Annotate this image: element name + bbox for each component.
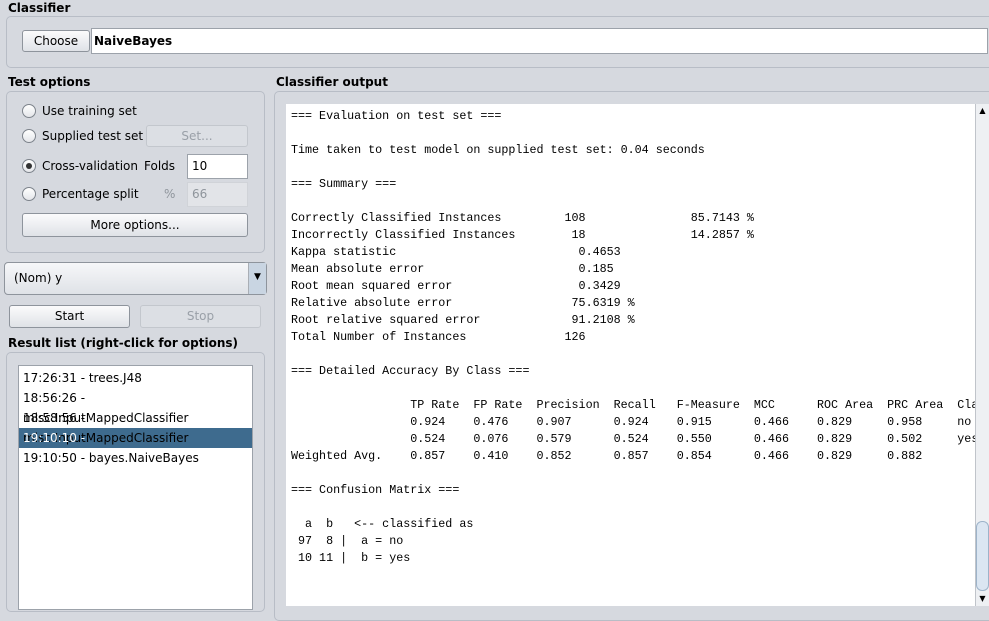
folds-label: Folds [144,159,176,173]
class-attribute-select[interactable]: (Nom) y ▼ [4,262,267,295]
radio-circle[interactable] [22,187,36,201]
output-line: === Confusion Matrix === [291,483,460,497]
output-line: Correctly Classified Instances 108 85.71… [291,211,754,225]
folds-input[interactable]: 10 [187,154,248,179]
more-options-button[interactable]: More options... [22,213,248,237]
classifier-output-text[interactable]: === Evaluation on test set === Time taken… [286,104,975,606]
result-list-label: Result list (right-click for options) [8,336,239,350]
result-list-item[interactable]: 17:26:31 - trees.J48 [19,368,252,388]
class-attribute-value: (Nom) y [14,271,63,285]
radio-cross-validation[interactable]: Cross-validation [22,159,138,173]
radio-circle[interactable] [22,129,36,143]
output-line: Incorrectly Classified Instances 18 14.2… [291,228,754,242]
classifier-name-field[interactable]: NaiveBayes [91,28,988,54]
output-line: Kappa statistic 0.4653 [291,245,621,259]
output-line: 97 8 | a = no [291,534,404,548]
radio-circle[interactable] [22,159,36,173]
radio-percentage-split[interactable]: Percentage split [22,187,139,201]
output-line: TP Rate FP Rate Precision Recall F-Measu… [291,398,975,412]
output-line: Weighted Avg. 0.857 0.410 0.852 0.857 0.… [291,449,923,463]
output-line: a b <-- classified as [291,517,474,531]
scrollbar-thumb[interactable] [976,521,989,591]
percent-label: % [164,187,176,201]
radio-use-training-set[interactable]: Use training set [22,104,137,118]
radio-label: Cross-validation [42,159,138,173]
output-line: === Summary === [291,177,397,191]
output-line: Root relative squared error 91.2108 % [291,313,635,327]
output-line: === Evaluation on test set === [291,109,502,123]
result-list[interactable]: 17:26:31 - trees.J48 18:56:26 - misc.Inp… [18,365,253,610]
radio-label: Supplied test set [42,129,144,143]
output-line: Relative absolute error 75.6319 % [291,296,635,310]
classifier-label: Classifier [8,1,71,15]
result-list-item[interactable]: 19:10:50 - bayes.NaiveBayes [19,448,252,468]
stop-button[interactable]: Stop [140,305,261,328]
output-line: 10 11 | b = yes [291,551,411,565]
radio-circle[interactable] [22,104,36,118]
percent-input[interactable]: 66 [187,182,248,207]
vertical-scrollbar[interactable]: ▲ ▼ [975,104,989,606]
output-line: 0.524 0.076 0.579 0.524 0.550 0.466 0.82… [291,432,975,446]
output-line: === Detailed Accuracy By Class === [291,364,530,378]
output-line: Root mean squared error 0.3429 [291,279,621,293]
output-line: Time taken to test model on supplied tes… [291,143,705,157]
output-line: Mean absolute error 0.185 [291,262,614,276]
test-options-label: Test options [8,75,91,89]
output-line: 0.924 0.476 0.907 0.924 0.915 0.466 0.82… [291,415,972,429]
choose-button[interactable]: Choose [22,30,90,52]
classifier-output-label: Classifier output [276,75,388,89]
chevron-down-icon[interactable]: ▼ [248,263,266,294]
radio-label: Use training set [42,104,137,118]
start-button[interactable]: Start [9,305,130,328]
output-line: Total Number of Instances 126 [291,330,586,344]
radio-supplied-test-set[interactable]: Supplied test set [22,129,143,143]
result-list-item[interactable]: 18:56:26 - misc.InputMappedClassifier [19,388,252,425]
radio-label: Percentage split [42,187,139,201]
scroll-down-icon[interactable]: ▼ [976,592,989,606]
set-button[interactable]: Set... [146,125,248,147]
scroll-up-icon[interactable]: ▲ [976,104,989,118]
